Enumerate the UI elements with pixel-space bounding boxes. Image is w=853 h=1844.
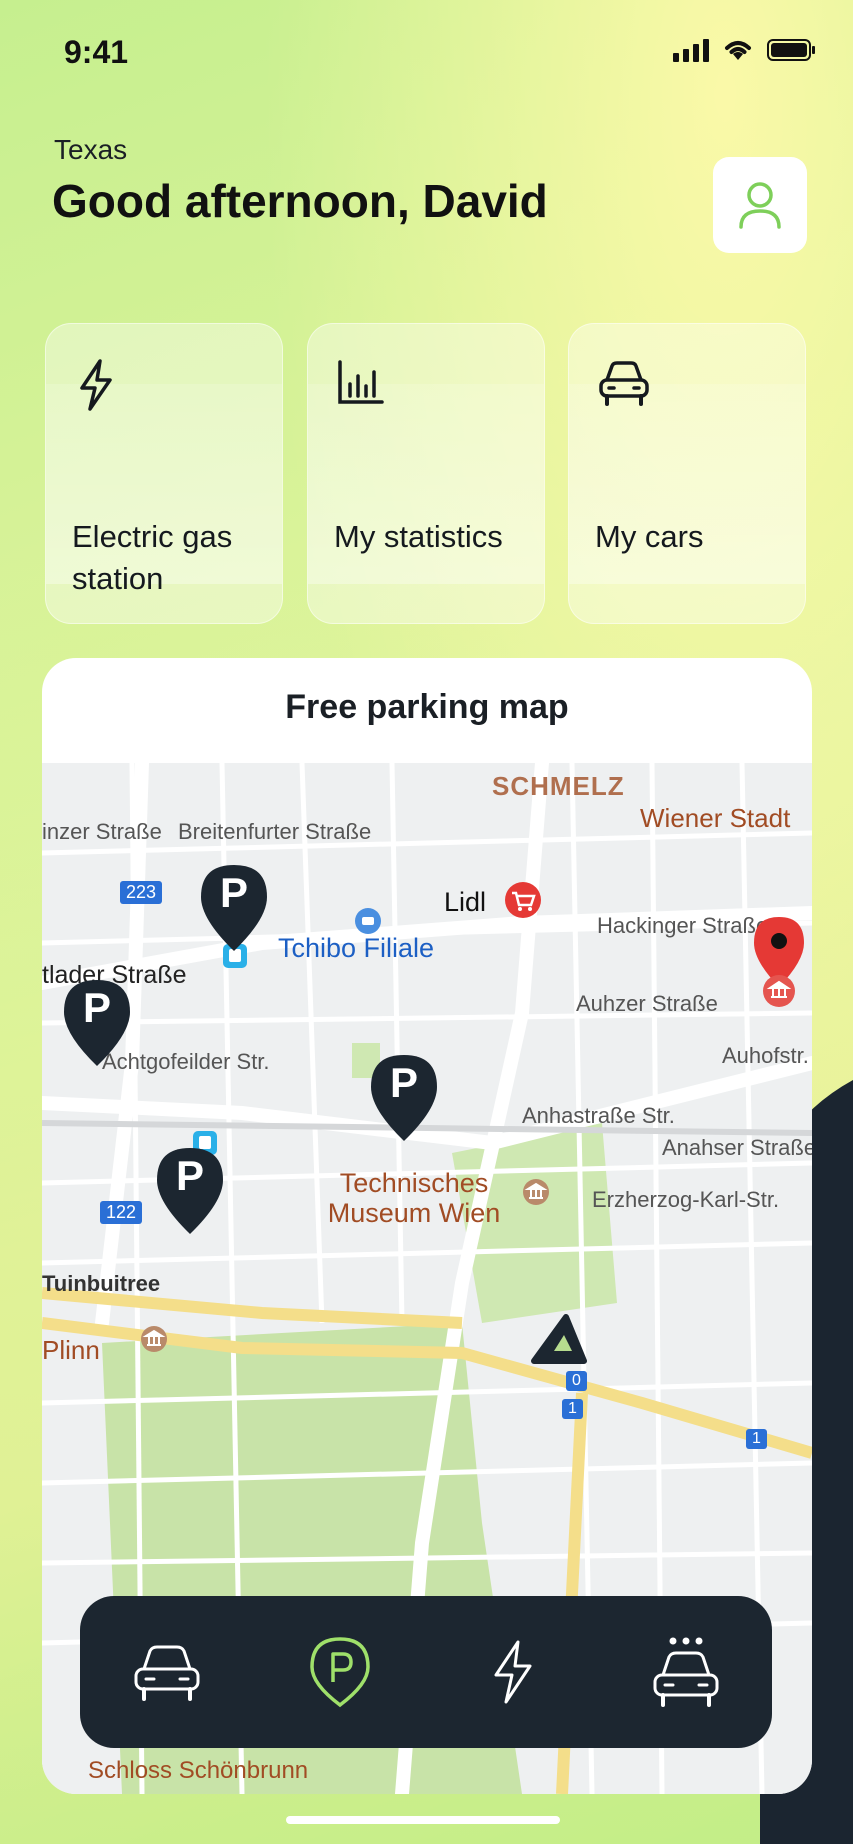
card-electric-gas-station[interactable]: Electric gas station	[45, 323, 283, 624]
map-label-schloss: Schloss Schönbrunn	[88, 1757, 309, 1784]
navigation-arrow-icon	[531, 1314, 587, 1364]
home-indicator[interactable]	[286, 1816, 560, 1824]
parking-marker[interactable]: P	[62, 978, 132, 1073]
taxi-icon	[653, 1637, 718, 1707]
route-sign-122: 122	[100, 1201, 143, 1224]
map-label-technisches: Technisches Museum Wien	[327, 1168, 501, 1228]
map-label-plinn: Plinn	[42, 1335, 100, 1365]
card-my-statistics[interactable]: My statistics	[307, 323, 545, 624]
shopping-cart-icon[interactable]	[502, 881, 544, 927]
map-label-schmelz: SCHMELZ	[492, 771, 625, 801]
map-label-erzherzog: Erzherzog-Karl-Str.	[592, 1187, 780, 1212]
route-sign-1: 1	[562, 1399, 583, 1419]
map-label-wiener: Wiener Stadt	[640, 803, 791, 833]
user-icon	[739, 182, 781, 229]
battery-icon	[767, 39, 815, 61]
map-label-breitenfurter: Breitenfurter Straße	[178, 819, 372, 844]
museum-icon[interactable]	[522, 1178, 550, 1206]
profile-button[interactable]	[713, 157, 807, 253]
bottom-navigation	[80, 1596, 772, 1748]
car-icon	[134, 1645, 199, 1701]
map-label-tuinbuitree: Tuinbuitree	[42, 1271, 161, 1296]
parking-marker-label: P	[175, 1152, 204, 1199]
route-sign-0: 0	[566, 1371, 587, 1391]
card-my-cars[interactable]: My cars	[568, 323, 806, 624]
map-label-anahser: Anahser Straße	[662, 1135, 812, 1160]
map-label-anhastrasse: Anhastraße Str.	[522, 1103, 675, 1128]
map-label-auhofstr: Auhofstr.	[722, 1043, 809, 1068]
museum-icon[interactable]	[140, 1325, 168, 1353]
parking-marker-label: P	[82, 984, 111, 1031]
greeting-title: Good afternoon, David	[52, 175, 548, 227]
map-label-inzer: inzer Straße	[42, 819, 162, 844]
status-bar: 9:41	[0, 0, 853, 100]
status-time: 9:41	[64, 34, 129, 70]
cafe-icon[interactable]	[354, 907, 382, 935]
bar-chart-icon	[338, 360, 384, 404]
parking-marker[interactable]: P	[155, 1146, 225, 1241]
nav-charging[interactable]	[463, 1622, 563, 1722]
nav-taxi[interactable]	[636, 1622, 736, 1722]
map-label-tchibo: Tchibo Filiale	[278, 933, 435, 963]
parking-marker[interactable]: P	[199, 863, 269, 958]
status-icons	[673, 38, 817, 62]
route-sign-1: 1	[746, 1429, 767, 1449]
parking-pin-icon	[309, 1637, 370, 1708]
card-label: My cars	[595, 519, 704, 554]
parking-marker[interactable]: P	[369, 1053, 439, 1148]
card-label: My statistics	[334, 519, 503, 554]
car-icon	[599, 361, 649, 406]
nav-parking[interactable]	[290, 1622, 390, 1722]
map-label-lidl: Lidl	[444, 887, 487, 917]
location-pin-icon[interactable]	[752, 915, 806, 1011]
wifi-icon	[725, 41, 751, 60]
location-label: Texas	[54, 134, 128, 165]
route-sign-223: 223	[120, 881, 163, 904]
parking-marker-label: P	[389, 1059, 418, 1106]
nav-cars[interactable]	[117, 1622, 217, 1722]
map-label-hackinger: Hackinger Straße	[597, 913, 769, 938]
map-label-auhzer: Auhzer Straße	[576, 991, 718, 1016]
card-label: Electric gas station	[72, 519, 233, 596]
parking-marker-label: P	[219, 869, 248, 916]
bolt-icon	[494, 1640, 531, 1704]
map-title: Free parking map	[285, 688, 569, 726]
signal-icon	[673, 38, 709, 62]
bolt-icon	[80, 359, 112, 411]
